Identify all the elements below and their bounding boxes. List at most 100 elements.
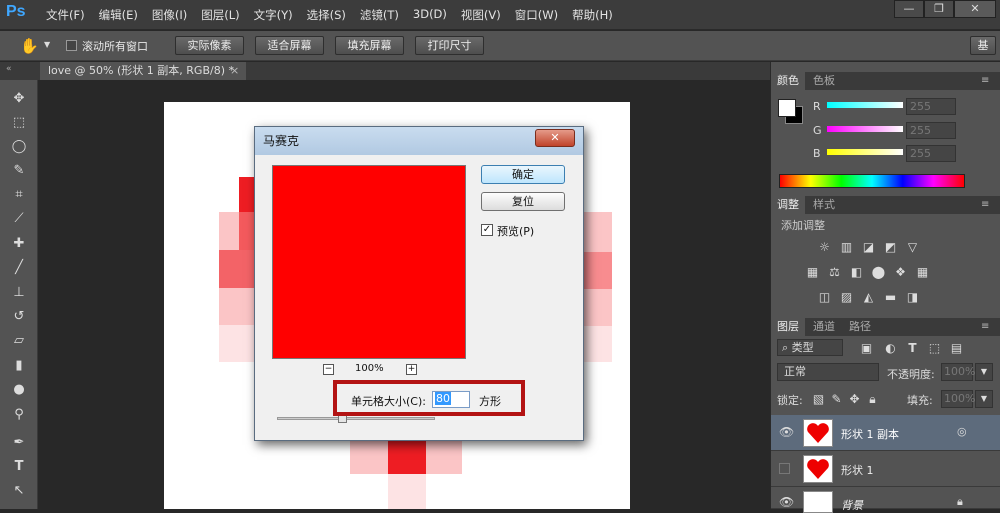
dialog-close-button[interactable]: ✕ [535, 129, 575, 147]
layer-name[interactable]: 形状 1 [841, 462, 874, 478]
layer-row[interactable]: 👁︎ 背景 🔒︎ [771, 487, 1000, 513]
channel-g-value[interactable]: 255 [906, 122, 956, 139]
dodge-tool-icon[interactable]: ⚲ [10, 406, 28, 424]
menu-type[interactable]: 文字(Y) [254, 7, 293, 23]
layers-menu-icon[interactable]: ≡ [981, 321, 989, 332]
eye-icon[interactable]: 👁︎ [779, 425, 794, 439]
actual-pixels-button[interactable]: 实际像素 [175, 36, 244, 55]
filter-pixel-icon[interactable]: ▣ [859, 341, 874, 355]
channel-g-slider[interactable] [827, 126, 903, 132]
cell-size-input[interactable]: 80 [432, 391, 470, 408]
lock-image-icon[interactable]: ✎ [829, 392, 844, 406]
channel-r-value[interactable]: 255 [906, 98, 956, 115]
pen-tool-icon[interactable]: ✒ [10, 434, 28, 452]
tab-swatches[interactable]: 色板 [807, 72, 841, 90]
path-select-tool-icon[interactable]: ↖ [10, 482, 28, 500]
channel-r-slider[interactable] [827, 102, 903, 108]
blur-tool-icon[interactable]: ● [10, 381, 28, 399]
cell-size-slider-track[interactable] [277, 417, 435, 420]
marquee-tool-icon[interactable]: ⬚ [10, 114, 28, 132]
layer-name[interactable]: 背景 [841, 497, 863, 513]
brush-tool-icon[interactable]: ╱ [10, 259, 28, 277]
filter-preview[interactable] [272, 165, 466, 359]
threshold-icon[interactable]: ◭ [861, 290, 876, 304]
filter-adjustment-icon[interactable]: ◐ [883, 341, 898, 355]
filter-shape-icon[interactable]: ⬚ [927, 341, 942, 355]
black-white-icon[interactable]: ◧ [849, 265, 864, 279]
brightness-icon[interactable]: ☼ [817, 240, 832, 254]
panel-menu-icon[interactable]: ≡ [981, 75, 989, 86]
zoom-in-button[interactable]: + [406, 364, 417, 375]
lasso-tool-icon[interactable]: ◯ [10, 138, 28, 156]
tab-channels[interactable]: 通道 [807, 318, 841, 336]
type-tool-icon[interactable]: T [10, 458, 28, 476]
fill-screen-button[interactable]: 填充屏幕 [335, 36, 404, 55]
panel-collapse-icon[interactable]: « [6, 64, 12, 74]
workspace-button[interactable]: 基 [970, 36, 996, 55]
print-size-button[interactable]: 打印尺寸 [415, 36, 484, 55]
document-tab[interactable]: love @ 50% (形状 1 副本, RGB/8) * × [40, 62, 246, 80]
fill-input[interactable]: 100% [941, 390, 975, 408]
blend-mode-select[interactable]: 正常 [777, 363, 879, 381]
history-brush-tool-icon[interactable]: ↺ [10, 308, 28, 326]
layer-row[interactable]: 形状 1 [771, 451, 1000, 487]
tab-styles[interactable]: 样式 [807, 196, 841, 214]
lock-all-icon[interactable]: 🔒︎ [865, 392, 880, 406]
menu-view[interactable]: 视图(V) [461, 7, 501, 23]
curves-icon[interactable]: ◪ [861, 240, 876, 254]
opacity-input[interactable]: 100% [941, 363, 975, 381]
menu-image[interactable]: 图像(I) [152, 7, 187, 23]
fill-dropdown-icon[interactable]: ▼ [975, 390, 993, 408]
menu-select[interactable]: 选择(S) [307, 7, 346, 23]
menu-edit[interactable]: 编辑(E) [99, 7, 138, 23]
eye-icon[interactable]: 👁︎ [779, 495, 794, 509]
minimize-button[interactable]: — [894, 0, 924, 18]
photo-filter-icon[interactable]: ⬤ [871, 265, 886, 279]
menu-help[interactable]: 帮助(H) [572, 7, 613, 23]
menu-window[interactable]: 窗口(W) [515, 7, 558, 23]
eyedropper-tool-icon[interactable]: ⟋ [10, 210, 28, 228]
layer-filter-select[interactable]: ⌕ 类型 [777, 339, 843, 356]
hue-saturation-icon[interactable]: ▦ [805, 265, 820, 279]
layer-effects-icon[interactable]: ◎ [957, 425, 967, 438]
tab-adjustments[interactable]: 调整 [771, 196, 805, 214]
fit-screen-button[interactable]: 适合屏幕 [255, 36, 324, 55]
channel-b-value[interactable]: 255 [906, 145, 956, 162]
close-window-button[interactable]: ✕ [954, 0, 996, 18]
color-lookup-icon[interactable]: ▦ [915, 265, 930, 279]
lock-position-icon[interactable]: ✥ [847, 392, 862, 406]
clone-stamp-tool-icon[interactable]: ⊥ [10, 284, 28, 302]
gradient-tool-icon[interactable]: ▮ [10, 357, 28, 375]
opacity-dropdown-icon[interactable]: ▼ [975, 363, 993, 381]
gradient-map-icon[interactable]: ▬ [883, 290, 898, 304]
menu-filter[interactable]: 滤镜(T) [360, 7, 399, 23]
preview-checkbox[interactable]: ✓ [481, 224, 493, 236]
scroll-all-checkbox[interactable] [66, 40, 77, 51]
move-tool-icon[interactable]: ✥ [10, 90, 28, 108]
channel-mixer-icon[interactable]: ❖ [893, 265, 908, 279]
close-tab-icon[interactable]: × [230, 62, 239, 80]
zoom-out-button[interactable]: − [323, 364, 334, 375]
eraser-tool-icon[interactable]: ▱ [10, 332, 28, 350]
invert-icon[interactable]: ◫ [817, 290, 832, 304]
menu-3d[interactable]: 3D(D) [413, 7, 447, 23]
adjustments-menu-icon[interactable]: ≡ [981, 199, 989, 210]
quick-select-tool-icon[interactable]: ✎ [10, 162, 28, 180]
filter-smart-icon[interactable]: ▤ [949, 341, 964, 355]
layer-row[interactable]: 👁︎ 形状 1 副本 ◎ [771, 415, 1000, 451]
exposure-icon[interactable]: ◩ [883, 240, 898, 254]
ok-button[interactable]: 确定 [481, 165, 565, 184]
visibility-off-icon[interactable] [779, 463, 790, 474]
layer-name[interactable]: 形状 1 副本 [841, 426, 899, 442]
levels-icon[interactable]: ▥ [839, 240, 854, 254]
tab-paths[interactable]: 路径 [843, 318, 877, 336]
reset-button[interactable]: 复位 [481, 192, 565, 211]
filter-type-icon[interactable]: T [905, 341, 920, 355]
restore-button[interactable]: ❐ [924, 0, 954, 18]
menu-file[interactable]: 文件(F) [46, 7, 85, 23]
selective-color-icon[interactable]: ◨ [905, 290, 920, 304]
vibrance-icon[interactable]: ▽ [905, 240, 920, 254]
lock-pixels-icon[interactable]: ▧ [811, 392, 826, 406]
menu-layer[interactable]: 图层(L) [201, 7, 239, 23]
healing-brush-tool-icon[interactable]: ✚ [10, 235, 28, 253]
